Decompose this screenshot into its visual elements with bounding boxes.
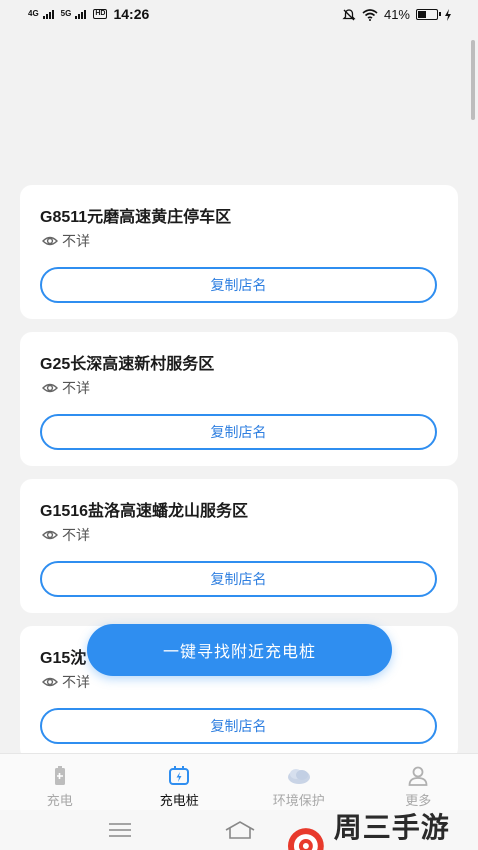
tab-charging-pile[interactable]: 充电桩 [120, 754, 240, 810]
mute-icon [342, 8, 356, 20]
station-card: G25长深高速新村服务区 不详 复制店名 [20, 332, 458, 466]
scrollbar[interactable] [471, 40, 475, 120]
station-name: G15沈 [40, 650, 87, 667]
status-text: 不详 [62, 674, 90, 690]
bottom-tab-bar: 充电 充电桩 环境保护 更多 [0, 753, 478, 810]
battery-percent: 41% [383, 7, 410, 22]
copy-name-button[interactable]: 复制店名 [40, 267, 437, 303]
signal-icon-2 [75, 9, 87, 19]
cloud-icon [287, 769, 310, 784]
status-bar: 4G 5G HD 14:26 41% [0, 0, 478, 30]
copy-name-button[interactable]: 复制店名 [40, 708, 437, 744]
eye-icon [42, 236, 58, 246]
station-status: 不详 [42, 525, 90, 545]
eye-icon [42, 677, 58, 687]
eye-icon [42, 530, 58, 540]
hd-badge: HD [93, 9, 108, 19]
wifi-icon [362, 8, 378, 21]
station-name: G8511元磨高速黄庄停车区 [40, 209, 232, 226]
station-status: 不详 [42, 672, 90, 692]
station-name: G25长深高速新村服务区 [40, 356, 215, 373]
watermark-text: 周三手游网 [333, 812, 450, 843]
network-5g-label: 5G [60, 9, 72, 18]
tab-charge[interactable]: 充电 [0, 754, 120, 810]
battery-icon [416, 9, 441, 20]
tab-more[interactable]: 更多 [359, 754, 478, 810]
eye-icon [42, 383, 58, 393]
status-text: 不详 [62, 380, 90, 396]
station-card: G8511元磨高速黄庄停车区 不详 复制店名 [20, 185, 458, 319]
status-text: 不详 [62, 527, 90, 543]
station-status: 不详 [42, 231, 90, 251]
status-left: 4G 5G HD 14:26 [28, 6, 149, 22]
tab-environment[interactable]: 环境保护 [239, 754, 359, 810]
menu-icon[interactable] [108, 822, 132, 838]
copy-name-button[interactable]: 复制店名 [40, 561, 437, 597]
signal-icon [42, 9, 54, 19]
copy-name-button[interactable]: 复制店名 [40, 414, 437, 450]
clock: 14:26 [113, 6, 150, 22]
station-status: 不详 [42, 378, 90, 398]
user-icon [408, 766, 428, 786]
station-name: G1516盐洛高速蟠龙山服务区 [40, 503, 249, 520]
station-card: G1516盐洛高速蟠龙山服务区 不详 复制店名 [20, 479, 458, 613]
home-icon[interactable] [223, 818, 257, 842]
tab-label: 充电 [46, 793, 73, 808]
status-text: 不详 [62, 233, 90, 249]
battery-icon [54, 766, 65, 785]
watermark-logo-icon [287, 828, 324, 850]
tab-label: 充电桩 [159, 793, 199, 808]
battery-fill [418, 11, 427, 18]
watermark: 周三手游网 [284, 806, 478, 850]
charging-pile-icon [169, 766, 190, 785]
find-nearby-charger-button[interactable]: 一键寻找附近充电桩 [87, 624, 392, 676]
status-right: 41% [342, 7, 452, 22]
charging-bolt-icon [445, 8, 451, 21]
network-4g-label: 4G [28, 9, 39, 18]
